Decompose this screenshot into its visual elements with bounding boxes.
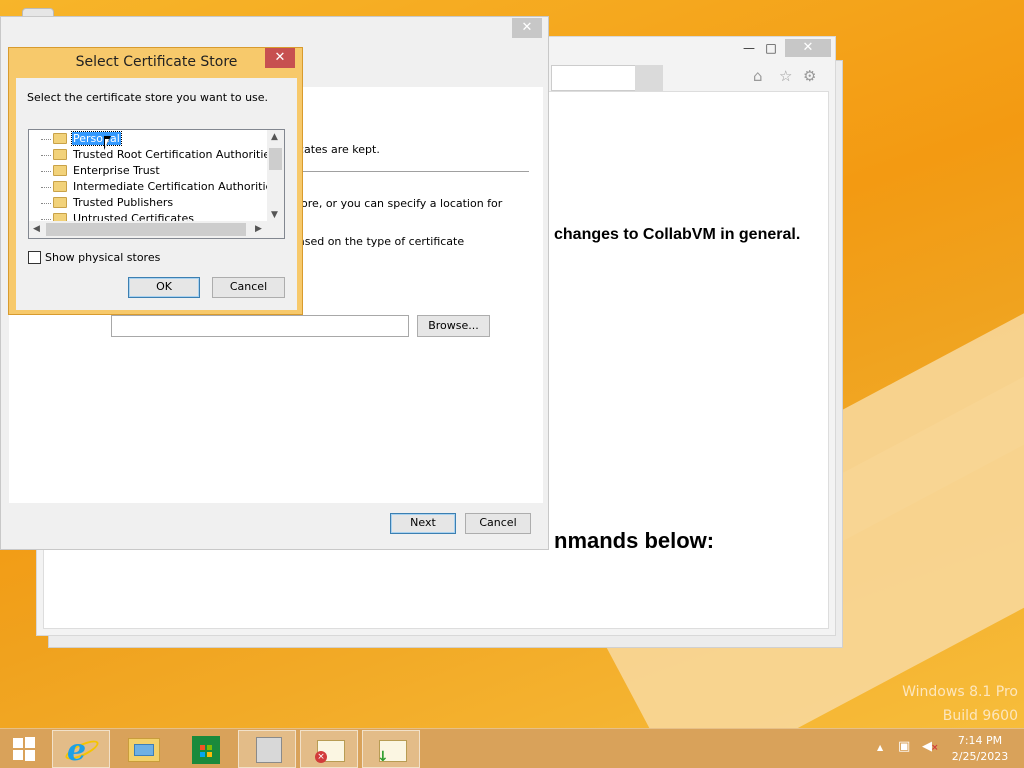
store-label: Personal [71, 131, 122, 146]
certificate-store-tree[interactable]: Personal Trusted Root Certification Auth… [28, 129, 285, 239]
show-physical-stores-label: Show physical stores [45, 251, 161, 264]
show-hidden-icons-button[interactable]: ▲ [877, 743, 883, 752]
folder-icon [53, 181, 67, 192]
mute-cross-icon: × [931, 743, 939, 753]
store-icon [192, 736, 220, 764]
dialog-title: Select Certificate Store [75, 54, 238, 70]
favorites-star-icon[interactable]: ☆ [779, 67, 792, 85]
clock-time: 7:14 PM [957, 734, 1003, 747]
windows-logo-icon [13, 738, 23, 748]
store-item-personal[interactable]: Personal [29, 131, 269, 147]
start-button[interactable] [0, 730, 50, 768]
certificate-store-field[interactable] [111, 315, 409, 337]
dialog-client-area: Select the certificate store you want to… [16, 78, 297, 310]
taskbar: e × ↓ ▲ ▣ ◀ × 7:14 PM 2/25/2023 [0, 728, 1024, 768]
taskbar-store[interactable] [176, 730, 234, 768]
dialog-close-button[interactable]: ✕ [265, 48, 295, 68]
scroll-up-icon[interactable]: ▲ [271, 132, 278, 142]
taskbar-internet-explorer[interactable]: e [52, 730, 110, 768]
settings-gear-icon[interactable]: ⚙ [803, 67, 816, 85]
wizard-text-type: based on the type of certificate [291, 235, 465, 248]
home-icon[interactable]: ⌂ [753, 67, 763, 85]
mouse-cursor-fill [105, 139, 109, 148]
page-text-collabvm: changes to CollabVM in general. [554, 226, 801, 243]
import-arrow-icon: ↓ [377, 749, 389, 765]
internet-explorer-icon: e [67, 733, 87, 768]
scrollbar-corner [267, 221, 284, 238]
computer-icon [256, 737, 282, 763]
windows-watermark: Windows 8.1 Pro [902, 684, 1018, 700]
store-item-intermediate[interactable]: Intermediate Certification Authorities [29, 179, 278, 195]
taskbar-certificate-manager[interactable] [238, 730, 296, 768]
dialog-cancel-button[interactable]: Cancel [212, 277, 285, 298]
store-item-trusted-root[interactable]: Trusted Root Certification Authorities [29, 147, 276, 163]
vertical-scroll-thumb[interactable] [269, 148, 282, 170]
store-label: Intermediate Certification Authorities [73, 180, 279, 193]
store-label: Trusted Root Certification Authorities [73, 148, 276, 161]
store-label: Enterprise Trust [73, 164, 160, 177]
wizard-cancel-button[interactable]: Cancel [465, 513, 531, 534]
desktop: Windows 8.1 Pro Build 9600 — □ ✕ ✕ ⌂ ☆ ⚙… [0, 0, 1024, 728]
tree-horizontal-scrollbar[interactable]: ◀ ▶ [29, 221, 269, 238]
wizard-close-button[interactable]: ✕ [512, 18, 542, 38]
browser-maximize-button[interactable]: □ [759, 39, 783, 57]
build-watermark: Build 9600 [942, 708, 1018, 724]
network-icon[interactable]: ▣ [898, 739, 910, 754]
clock[interactable]: 7:14 PM 2/25/2023 [944, 733, 1016, 765]
taskbar-file-explorer[interactable] [114, 730, 172, 768]
store-label: Trusted Publishers [73, 196, 174, 209]
folder-icon [53, 197, 67, 208]
clock-date: 2/25/2023 [951, 750, 1009, 763]
page-text-commands: nmands below: [554, 528, 715, 553]
ok-button[interactable]: OK [128, 277, 200, 298]
select-certificate-store-dialog: Select Certificate Store ✕ Select the ce… [8, 47, 303, 315]
browser-close-button[interactable]: ✕ [785, 39, 831, 57]
taskbar-certificate[interactable]: × [300, 730, 358, 768]
wizard-divider [301, 171, 529, 172]
scroll-left-icon[interactable]: ◀ [33, 224, 40, 234]
browser-minimize-button[interactable]: — [737, 39, 761, 57]
new-tab-button[interactable] [635, 65, 663, 91]
scroll-right-icon[interactable]: ▶ [255, 224, 262, 234]
folder-icon [53, 133, 67, 144]
store-item-enterprise-trust[interactable]: Enterprise Trust [29, 163, 269, 179]
taskbar-certificate-import-wizard[interactable]: ↓ [362, 730, 420, 768]
store-item-trusted-publishers[interactable]: Trusted Publishers [29, 195, 269, 211]
show-physical-stores-checkbox[interactable] [28, 251, 41, 264]
browse-button[interactable]: Browse... [417, 315, 490, 337]
folder-icon [53, 149, 67, 160]
wizard-text-kept: ficates are kept. [291, 143, 380, 156]
error-icon: × [315, 751, 327, 763]
tree-vertical-scrollbar[interactable]: ▲ ▼ [267, 130, 284, 223]
scroll-down-icon[interactable]: ▼ [271, 210, 278, 220]
next-button[interactable]: Next [390, 513, 456, 534]
horizontal-scroll-thumb[interactable] [46, 223, 246, 236]
wizard-text-store: store, or you can specify a location for [291, 197, 503, 210]
dialog-instruction: Select the certificate store you want to… [27, 91, 269, 104]
folder-icon [53, 165, 67, 176]
